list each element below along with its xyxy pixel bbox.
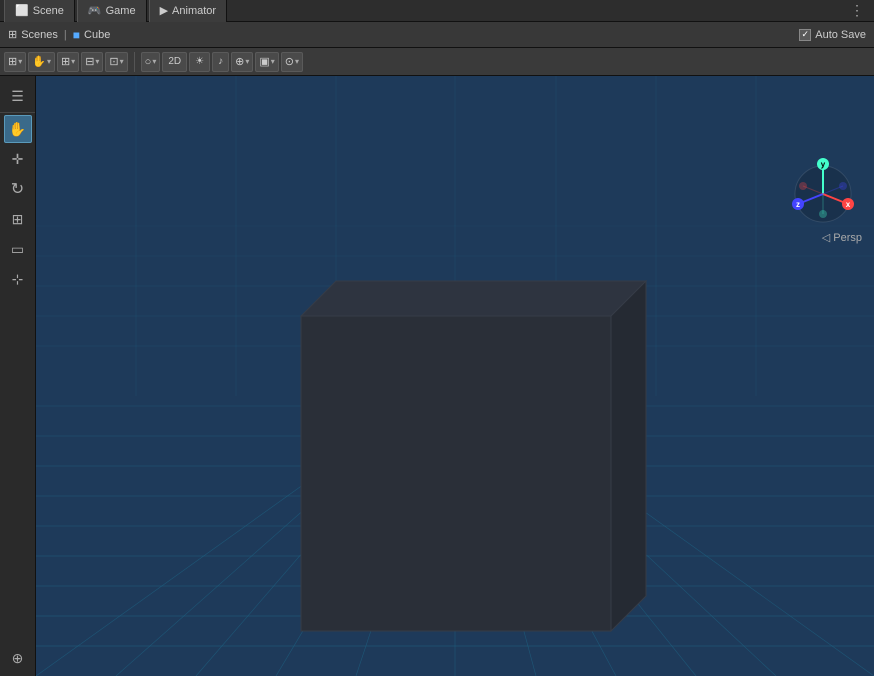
layout-tool-btn[interactable]: ☰ bbox=[4, 82, 32, 110]
snap-icon: ⊞ bbox=[61, 55, 70, 68]
auto-save-checkbox[interactable]: ✓ bbox=[799, 29, 811, 41]
breadcrumb-scenes[interactable]: ⊞ Scenes bbox=[8, 28, 58, 41]
breadcrumb-cube[interactable]: ■ Cube bbox=[73, 28, 111, 42]
camera-icon: ○ bbox=[145, 56, 152, 68]
anim-chevron: ▾ bbox=[120, 57, 124, 66]
camera-dropdown[interactable]: ○ ▾ bbox=[141, 52, 161, 72]
rotate-tool-btn[interactable]: ↻ bbox=[4, 175, 32, 203]
display-chevron: ▾ bbox=[271, 57, 275, 66]
tab-bar: ⬜ Scene 🎮 Game ▶ Animator ⋮ bbox=[0, 0, 874, 22]
hand-tool-icon: ✋ bbox=[9, 121, 26, 138]
hand-dropdown[interactable]: ✋ ▾ bbox=[28, 52, 55, 72]
effects-chevron: ▾ bbox=[245, 57, 249, 66]
lighting-icon: ☀ bbox=[195, 56, 204, 67]
cube-label: Cube bbox=[84, 29, 110, 41]
scenes-grid-icon: ⊞ bbox=[8, 28, 17, 41]
tab-game[interactable]: 🎮 Game bbox=[77, 0, 147, 22]
breadcrumb-separator: | bbox=[64, 29, 67, 41]
cube-3d-shape bbox=[301, 281, 646, 631]
svg-text:x: x bbox=[846, 200, 851, 209]
rect-tool-btn[interactable]: ▭ bbox=[4, 235, 32, 263]
snap-chevron: ▾ bbox=[71, 57, 75, 66]
audio-icon: ♪ bbox=[218, 56, 223, 67]
tab-bar-left: ⬜ Scene 🎮 Game ▶ Animator bbox=[4, 0, 227, 22]
tab-scene[interactable]: ⬜ Scene bbox=[4, 0, 75, 22]
hand-tool-btn[interactable]: ✋ bbox=[4, 115, 32, 143]
scene-viewport[interactable]: y x z ◁ Persp bbox=[36, 76, 874, 676]
hand-icon: ✋ bbox=[32, 55, 46, 68]
anim-icon: ⊡ bbox=[109, 55, 118, 68]
layout-dropdown[interactable]: ⊞ ▾ bbox=[4, 52, 26, 72]
camera-chevron: ▾ bbox=[152, 57, 156, 66]
transform-tool-btn[interactable]: ⊹ bbox=[4, 265, 32, 293]
left-toolbar: ☰ ✋ ✛ ↻ ⊞ ▭ ⊹ ⊕ bbox=[0, 76, 36, 676]
move-tool-icon: ✛ bbox=[12, 151, 24, 168]
gizmo-svg: y x z bbox=[788, 154, 858, 224]
svg-text:y: y bbox=[821, 160, 826, 169]
scene-toolbar: ⊞ ▾ ✋ ▾ ⊞ ▾ ⊟ ▾ ⊡ ▾ ○ ▾ 2D ☀ ♪ ⊕ ▾ ▣ ▾ ⊙… bbox=[0, 48, 874, 76]
view-dropdown[interactable]: ⊙ ▾ bbox=[281, 52, 303, 72]
display-dropdown[interactable]: ▣ ▾ bbox=[255, 52, 278, 72]
scale-tool-btn[interactable]: ⊞ bbox=[4, 205, 32, 233]
game-icon: 🎮 bbox=[88, 4, 102, 17]
tab-game-label: Game bbox=[106, 5, 136, 17]
custom-editor-btn[interactable]: ⊕ bbox=[4, 644, 32, 672]
tab-animator[interactable]: ▶ Animator bbox=[149, 0, 228, 22]
grid-dropdown[interactable]: ⊟ ▾ bbox=[81, 52, 103, 72]
2d-button[interactable]: 2D bbox=[162, 52, 187, 72]
grid-icon: ⊟ bbox=[85, 55, 94, 68]
grid-chevron: ▾ bbox=[95, 57, 99, 66]
layout-icon: ⊞ bbox=[8, 55, 17, 68]
persp-label: ◁ Persp bbox=[822, 231, 862, 244]
tab-more-button[interactable]: ⋮ bbox=[844, 0, 870, 21]
rect-tool-icon: ▭ bbox=[11, 241, 24, 258]
hand-chevron: ▾ bbox=[47, 57, 51, 66]
layout-chevron: ▾ bbox=[18, 57, 22, 66]
effects-icon: ⊕ bbox=[235, 55, 244, 68]
effects-dropdown[interactable]: ⊕ ▾ bbox=[231, 52, 253, 72]
2d-label: 2D bbox=[168, 56, 181, 67]
svg-text:z: z bbox=[796, 200, 800, 209]
animator-icon: ▶ bbox=[160, 4, 168, 17]
scenes-label: Scenes bbox=[21, 29, 58, 41]
custom-editor-icon: ⊕ bbox=[12, 650, 24, 667]
display-icon: ▣ bbox=[259, 55, 269, 68]
audio-button[interactable]: ♪ bbox=[212, 52, 229, 72]
view-chevron: ▾ bbox=[295, 57, 299, 66]
anim-dropdown[interactable]: ⊡ ▾ bbox=[105, 52, 127, 72]
toolbar-sep-1 bbox=[134, 52, 135, 72]
auto-save-area: ✓ Auto Save bbox=[799, 29, 866, 41]
viewport-grid bbox=[36, 76, 874, 676]
view-icon: ⊙ bbox=[285, 55, 294, 68]
breadcrumb-bar: ⊞ Scenes | ■ Cube ✓ Auto Save bbox=[0, 22, 874, 48]
lighting-button[interactable]: ☀ bbox=[189, 52, 210, 72]
snap-dropdown[interactable]: ⊞ ▾ bbox=[57, 52, 79, 72]
rotate-tool-icon: ↻ bbox=[11, 179, 24, 199]
viewport-gizmo[interactable]: y x z bbox=[788, 154, 858, 224]
layout-tool-icon: ☰ bbox=[11, 88, 24, 105]
transform-tool-icon: ⊹ bbox=[12, 271, 24, 288]
scene-icon: ⬜ bbox=[15, 4, 29, 17]
move-tool-btn[interactable]: ✛ bbox=[4, 145, 32, 173]
auto-save-label: Auto Save bbox=[815, 29, 866, 41]
main-area: ☰ ✋ ✛ ↻ ⊞ ▭ ⊹ ⊕ bbox=[0, 76, 874, 676]
scale-tool-icon: ⊞ bbox=[12, 211, 24, 228]
tab-animator-label: Animator bbox=[172, 5, 216, 17]
tab-scene-label: Scene bbox=[33, 5, 64, 17]
cube-icon: ■ bbox=[73, 28, 80, 42]
tool-group-top: ☰ bbox=[0, 80, 35, 113]
